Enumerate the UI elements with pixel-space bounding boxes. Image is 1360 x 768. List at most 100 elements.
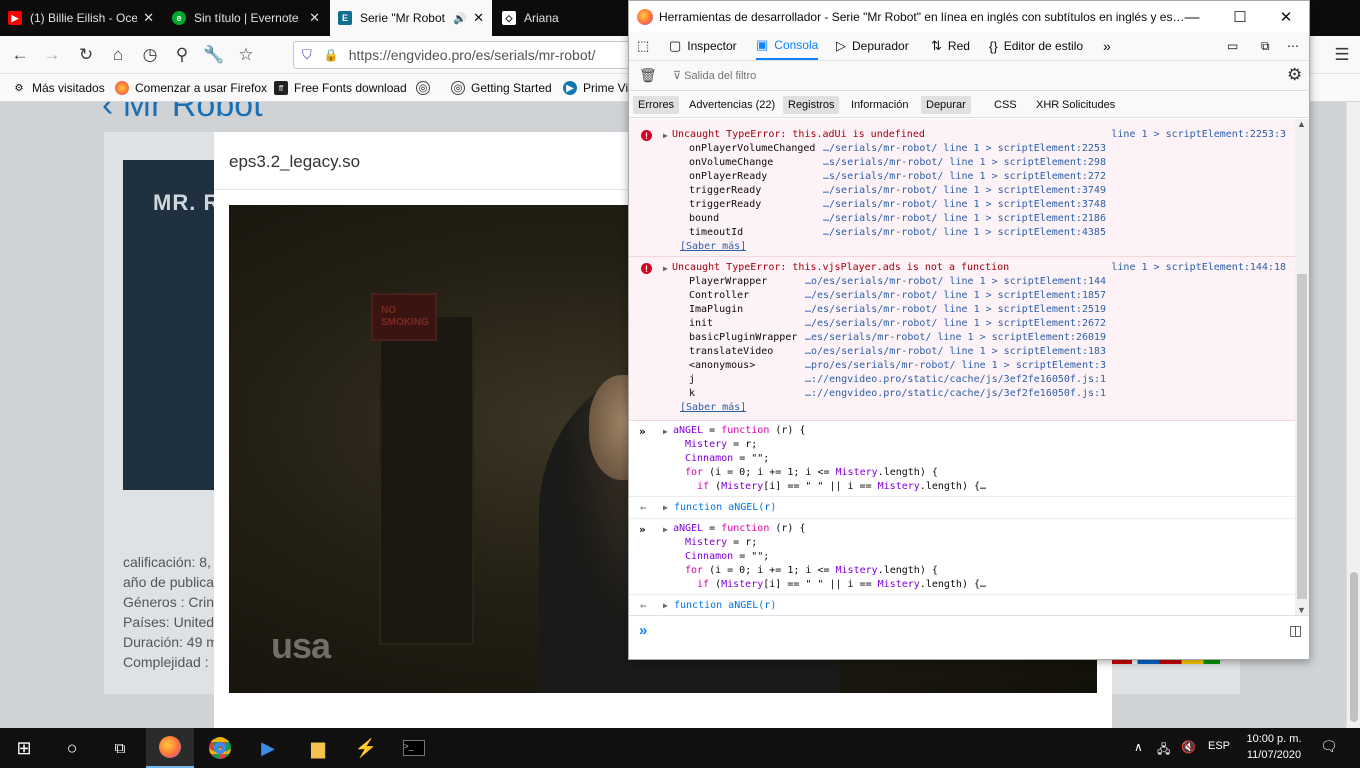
tab-ariana[interactable]: ◇ Ariana	[494, 0, 628, 36]
dock-icon[interactable]: ⧉	[1261, 32, 1270, 60]
result-value[interactable]: function aNGEL(r)	[674, 600, 776, 611]
result-value[interactable]: function aNGEL(r)	[674, 502, 776, 513]
notifications-icon[interactable]: 🗨	[1320, 738, 1338, 755]
expand-triangle-icon[interactable]: ▶	[663, 131, 668, 140]
element-picker-icon[interactable]: ⬚	[637, 32, 655, 60]
network-icon[interactable]: 🖧	[1157, 740, 1170, 761]
bookmark-getting-started[interactable]: ◎ Getting Started	[451, 80, 552, 96]
filter-input[interactable]: ⊽ Salida del filtro	[673, 69, 756, 82]
gear-icon[interactable]: ⚙	[1287, 65, 1302, 85]
scrollbar-thumb[interactable]	[1350, 572, 1358, 722]
scrollbar-thumb[interactable]	[1297, 274, 1307, 599]
close-tab-icon[interactable]: ✕	[143, 10, 154, 26]
filter-debug[interactable]: Depurar	[921, 96, 971, 114]
wrench-icon[interactable]: 🔧	[202, 43, 226, 67]
volume-muted-icon[interactable]: 🔇	[1181, 740, 1196, 754]
bookmark-globe[interactable]: ◎	[416, 80, 436, 96]
firefox-taskbar-icon[interactable]	[146, 728, 194, 768]
file-explorer-icon[interactable]: ▆	[294, 728, 342, 768]
minimize-icon[interactable]: —	[1169, 5, 1215, 29]
maximize-icon[interactable]: ☐	[1217, 5, 1263, 29]
trash-icon[interactable]: 🗑	[639, 67, 657, 84]
stack-frame-location[interactable]: …es/serials/mr-robot/ line 1 > scriptEle…	[805, 332, 1106, 343]
stack-frame-location[interactable]: …/serials/mr-robot/ line 1 > scriptEleme…	[823, 213, 1106, 224]
learn-more-link[interactable]: [Saber más]	[680, 241, 746, 252]
bookmark-star-icon[interactable]: ☆	[234, 43, 258, 67]
search-circle-icon[interactable]: ○	[48, 728, 96, 768]
filter-css[interactable]: CSS	[989, 96, 1022, 114]
back-arrow-icon[interactable]: ←	[8, 43, 32, 67]
more-options-icon[interactable]: ⋯	[1287, 32, 1299, 60]
expand-triangle-icon[interactable]: ▶	[663, 601, 668, 610]
expand-triangle-icon[interactable]: ▶	[663, 264, 668, 273]
close-icon[interactable]: ✕	[1263, 5, 1309, 29]
task-view-icon[interactable]: ⧉	[96, 728, 144, 768]
stack-frame-location[interactable]: …://engvideo.pro/static/cache/js/3ef2fe1…	[805, 388, 1106, 399]
console-scrollbar[interactable]: ▲ ▼	[1295, 119, 1309, 615]
language-indicator[interactable]: ESP	[1208, 740, 1230, 752]
bookmark-firefox[interactable]: Comenzar a usar Firefox	[115, 80, 267, 96]
stack-frame-location[interactable]: …/serials/mr-robot/ line 1 > scriptEleme…	[823, 185, 1106, 196]
forward-arrow-icon[interactable]: →	[40, 43, 64, 67]
tray-chevron-icon[interactable]: ∧	[1134, 740, 1143, 754]
stack-frame-location[interactable]: …/es/serials/mr-robot/ line 1 > scriptEl…	[805, 290, 1106, 301]
tab-style-editor[interactable]: {} Editor de estilo	[989, 32, 1083, 60]
tab-network[interactable]: ⇅ Red	[931, 32, 970, 60]
stack-frame-location[interactable]: …o/es/serials/mr-robot/ line 1 > scriptE…	[805, 346, 1106, 357]
bookmark-free-fonts[interactable]: ff Free Fonts download	[274, 80, 407, 96]
expand-triangle-icon[interactable]: ▶	[663, 525, 668, 534]
error-source-link[interactable]: line 1 > scriptElement:144:18	[1111, 262, 1286, 273]
history-icon[interactable]: ◷	[138, 43, 162, 67]
stack-frame-location[interactable]: …/es/serials/mr-robot/ line 1 > scriptEl…	[805, 318, 1106, 329]
search-icon[interactable]: ⚲	[170, 43, 194, 67]
filter-info[interactable]: Información	[846, 96, 913, 114]
tab-mr-robot[interactable]: E Serie "Mr Robot 🔊 ✕	[330, 0, 492, 36]
editor-mode-icon[interactable]: ◫	[1289, 622, 1302, 639]
bookmark-most-visited[interactable]: ⚙ Más visitados	[12, 80, 105, 96]
tab-debugger[interactable]: ▷ Depurador	[836, 32, 909, 60]
close-tab-icon[interactable]: ✕	[309, 10, 320, 26]
error-source-link[interactable]: line 1 > scriptElement:2253:3	[1111, 129, 1286, 140]
home-icon[interactable]: ⌂	[106, 43, 130, 67]
expand-triangle-icon[interactable]: ▶	[663, 503, 668, 512]
stack-frame-location[interactable]: …/serials/mr-robot/ line 1 > scriptEleme…	[823, 199, 1106, 210]
frame-select-icon[interactable]: ▭	[1227, 32, 1238, 60]
filter-logs[interactable]: Registros	[783, 96, 840, 114]
menu-icon[interactable]: ☰	[1330, 43, 1354, 67]
address-bar[interactable]: ⛉ 🔒 https://engvideo.pro/es/serials/mr-r…	[293, 41, 633, 69]
stack-frame-location[interactable]: …s/serials/mr-robot/ line 1 > scriptElem…	[823, 171, 1106, 182]
stack-frame-location[interactable]: …pro/es/serials/mr-robot/ line 1 > scrip…	[805, 360, 1106, 371]
chrome-icon[interactable]	[196, 728, 244, 768]
bookmark-prime-video[interactable]: ▶ Prime Vi	[563, 80, 628, 96]
tab-youtube[interactable]: ▶ (1) Billie Eilish - Oce ✕	[0, 0, 162, 36]
tracking-shield-icon[interactable]: ⛉	[302, 47, 312, 63]
stack-frame-location[interactable]: …/serials/mr-robot/ line 1 > scriptEleme…	[823, 227, 1106, 238]
tab-inspector[interactable]: ▢ Inspector	[669, 32, 737, 60]
stack-frame-location[interactable]: …/serials/mr-robot/ line 1 > scriptEleme…	[823, 143, 1106, 154]
stack-frame-location[interactable]: …://engvideo.pro/static/cache/js/3ef2fe1…	[805, 374, 1106, 385]
scroll-up-icon[interactable]: ▲	[1297, 119, 1306, 129]
filter-errors[interactable]: Errores	[633, 96, 680, 114]
filter-warnings[interactable]: Advertencias (22)	[684, 96, 780, 114]
console-input[interactable]: » ◫	[629, 615, 1309, 659]
scroll-down-icon[interactable]: ▼	[1297, 605, 1306, 615]
video-editor-icon[interactable]: ▶	[244, 728, 292, 768]
close-tab-icon[interactable]: ✕	[473, 10, 484, 26]
stack-frame-location[interactable]: …s/serials/mr-robot/ line 1 > scriptElem…	[823, 157, 1106, 168]
lock-icon[interactable]: 🔒	[324, 48, 339, 62]
winrar-icon[interactable]: ⚡	[342, 728, 390, 768]
tab-evernote[interactable]: e Sin título | Evernote ✕	[164, 0, 328, 36]
more-tools-chevron-icon[interactable]: »	[1103, 32, 1111, 60]
speaker-icon[interactable]: 🔊	[453, 12, 467, 25]
learn-more-link[interactable]: [Saber más]	[680, 402, 746, 413]
tab-console[interactable]: ▣ Consola	[756, 32, 819, 60]
system-clock[interactable]: 10:00 p. m. 11/07/2020	[1244, 731, 1304, 763]
page-scrollbar[interactable]	[1346, 102, 1360, 728]
filter-requests[interactable]: Solicitudes	[1057, 96, 1120, 114]
windows-start-icon[interactable]: ⊞	[0, 728, 48, 768]
stack-frame-location[interactable]: …o/es/serials/mr-robot/ line 1 > scriptE…	[805, 276, 1106, 287]
stack-frame-location[interactable]: …/es/serials/mr-robot/ line 1 > scriptEl…	[805, 304, 1106, 315]
terminal-icon[interactable]: >_	[390, 728, 438, 768]
expand-triangle-icon[interactable]: ▶	[663, 427, 668, 436]
reload-icon[interactable]: ↻	[74, 43, 98, 67]
